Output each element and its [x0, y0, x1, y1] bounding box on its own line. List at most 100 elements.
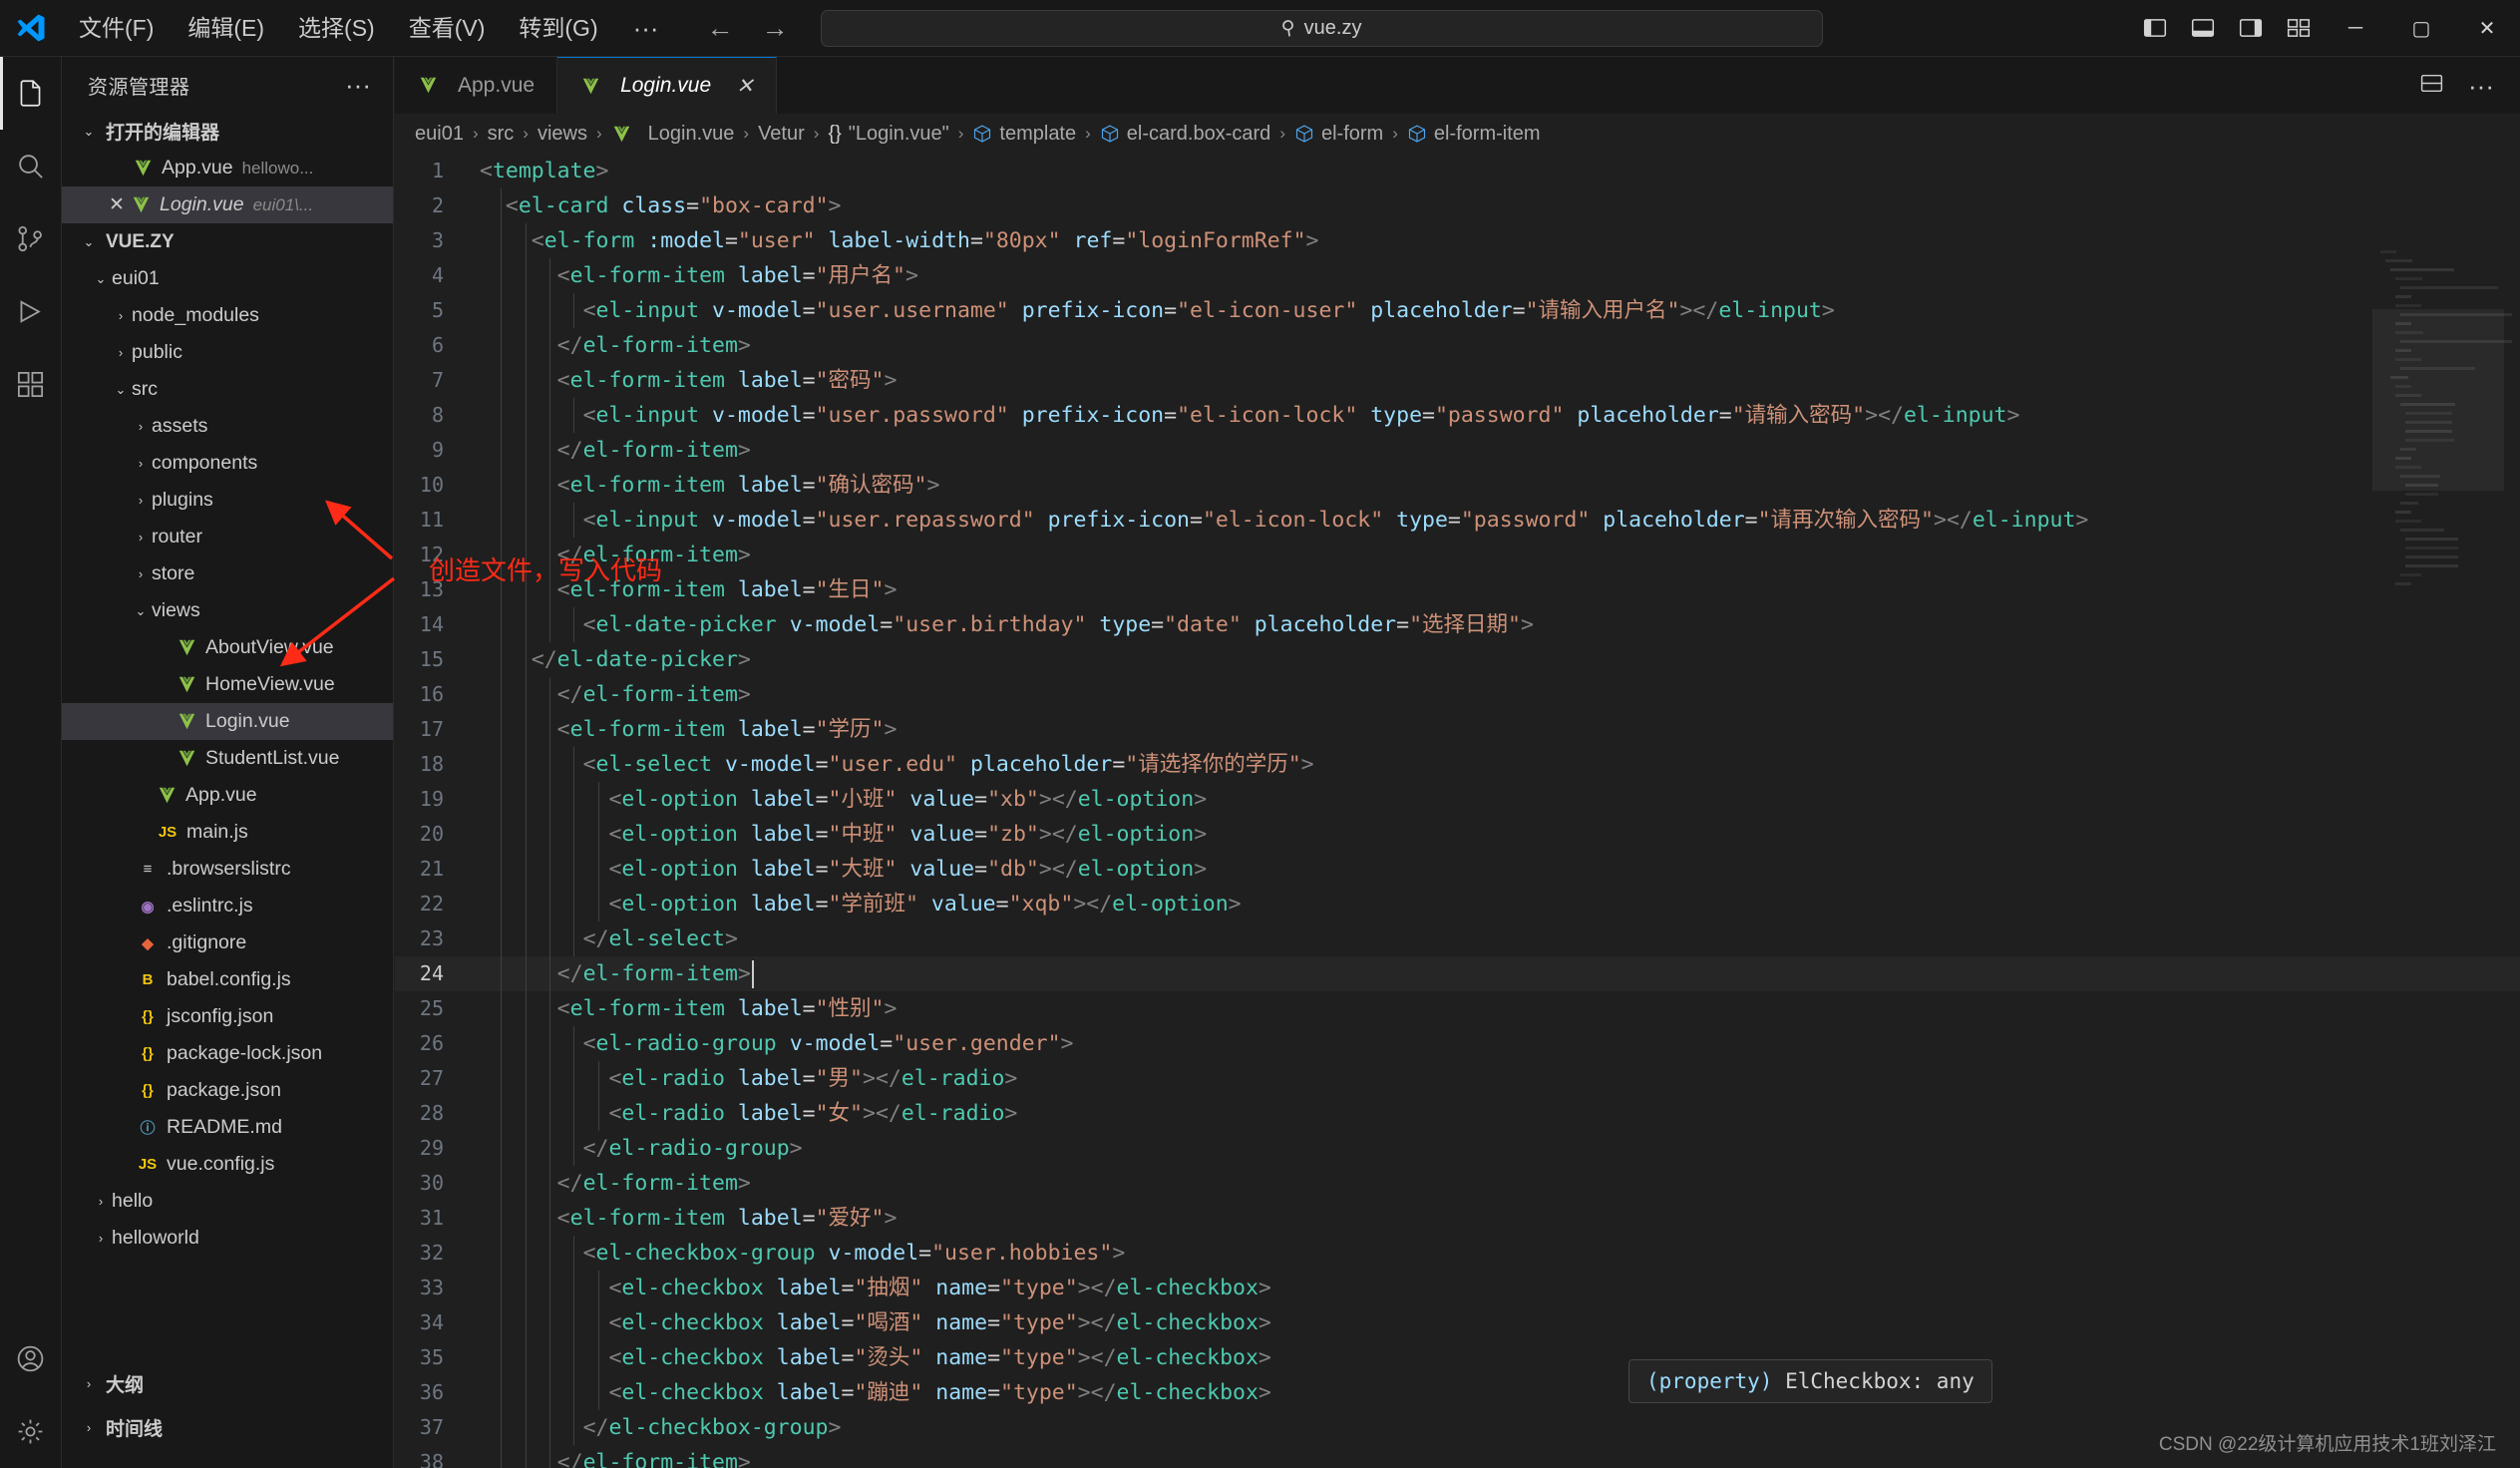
tab-app-vue[interactable]: App.vue	[395, 57, 558, 114]
menu-go[interactable]: 转到(G)	[502, 0, 614, 57]
code-line[interactable]: 21 <el-option label="大班" value="db"></el…	[395, 852, 2520, 887]
code-line[interactable]: 10 <el-form-item label="确认密码">	[395, 468, 2520, 503]
tree-item-vue-config-js[interactable]: JS vue.config.js	[62, 1146, 393, 1183]
code-line[interactable]: 19 <el-option label="小班" value="xb"></el…	[395, 782, 2520, 817]
code-line[interactable]: 31 <el-form-item label="爱好">	[395, 1201, 2520, 1236]
code-line[interactable]: 25 <el-form-item label="性别">	[395, 991, 2520, 1026]
tree-item-views[interactable]: ⌄ views	[62, 592, 393, 629]
breadcrumb-item-login-vue[interactable]: {} "Login.vue"	[828, 123, 948, 146]
breadcrumb-item-src[interactable]: src	[488, 123, 515, 146]
window-minimize-button[interactable]: ─	[2323, 0, 2388, 57]
activitybar-search[interactable]	[0, 130, 62, 202]
editor-vertical-scrollbar[interactable]	[2506, 250, 2520, 1307]
tree-item-package-lock-json[interactable]: {} package-lock.json	[62, 1035, 393, 1072]
sidebar-more-actions-icon[interactable]: ···	[345, 72, 371, 98]
code-line[interactable]: 9 </el-form-item>	[395, 433, 2520, 468]
code-line[interactable]: 11 <el-input v-model="user.repassword" p…	[395, 503, 2520, 538]
code-line[interactable]: 24 </el-form-item>	[395, 956, 2520, 991]
tree-item-homeview-vue[interactable]: HomeView.vue	[62, 666, 393, 703]
toggle-primary-sidebar-icon[interactable]	[2131, 0, 2179, 57]
breadcrumb-item-login-vue[interactable]: Login.vue	[611, 123, 734, 146]
code-line[interactable]: 8 <el-input v-model="user.password" pref…	[395, 398, 2520, 433]
code-line[interactable]: 34 <el-checkbox label="喝酒" name="type"><…	[395, 1305, 2520, 1340]
code-line[interactable]: 36 <el-checkbox label="蹦迪" name="type"><…	[395, 1375, 2520, 1410]
menu-view[interactable]: 查看(V)	[392, 0, 503, 57]
breadcrumb-item-eui01[interactable]: eui01	[415, 123, 464, 146]
section-timeline[interactable]: › 时间线	[62, 1409, 393, 1446]
breadcrumb-item-el-card-box-card[interactable]: el-card.box-card	[1100, 123, 1270, 146]
toggle-secondary-sidebar-icon[interactable]	[2227, 0, 2275, 57]
tree-item-aboutview-vue[interactable]: AboutView.vue	[62, 629, 393, 666]
menu-edit[interactable]: 编辑(E)	[171, 0, 281, 57]
close-icon[interactable]: ✕	[104, 193, 130, 216]
section-workspace[interactable]: ⌄ VUE.ZY	[62, 223, 393, 260]
tree-item-hello[interactable]: › hello	[62, 1183, 393, 1220]
code-line[interactable]: 3 <el-form :model="user" label-width="80…	[395, 223, 2520, 258]
code-line[interactable]: 4 <el-form-item label="用户名">	[395, 258, 2520, 293]
code-line[interactable]: 27 <el-radio label="男"></el-radio>	[395, 1061, 2520, 1096]
tree-item-gitignore[interactable]: ◆ .gitignore	[62, 924, 393, 961]
window-close-button[interactable]: ✕	[2454, 0, 2520, 57]
tree-item-eui01[interactable]: ⌄ eui01	[62, 260, 393, 297]
open-editor-app-vue[interactable]: App.vue hellowo...	[62, 150, 393, 186]
code-editor[interactable]: 1 <template> 2 <el-card class="box-card"> 3…	[395, 154, 2520, 1468]
tree-item-login-vue[interactable]: Login.vue	[62, 703, 393, 740]
code-line[interactable]: 32 <el-checkbox-group v-model="user.hobb…	[395, 1236, 2520, 1271]
tree-item-browserslistrc[interactable]: ≡ .browserslistrc	[62, 851, 393, 888]
code-line[interactable]: 17 <el-form-item label="学历">	[395, 712, 2520, 747]
editor-more-actions-icon[interactable]: ···	[2468, 73, 2494, 99]
code-line[interactable]: 14 <el-date-picker v-model="user.birthda…	[395, 607, 2520, 642]
toggle-panel-icon[interactable]	[2179, 0, 2227, 57]
tab-login-vue[interactable]: Login.vue ✕	[557, 57, 777, 114]
minimap-slider[interactable]	[2372, 309, 2504, 491]
activitybar-manage[interactable]	[0, 1395, 62, 1468]
menu-selection[interactable]: 选择(S)	[281, 0, 392, 57]
code-line[interactable]: 30 </el-form-item>	[395, 1166, 2520, 1201]
activitybar-source-control[interactable]	[0, 202, 62, 275]
tree-item-app-vue[interactable]: App.vue	[62, 777, 393, 814]
code-line[interactable]: 5 <el-input v-model="user.username" pref…	[395, 293, 2520, 328]
tree-item-public[interactable]: › public	[62, 334, 393, 371]
code-line[interactable]: 22 <el-option label="学前班" value="xqb"></…	[395, 887, 2520, 921]
breadcrumb-item-vetur[interactable]: Vetur	[758, 123, 805, 146]
code-line[interactable]: 35 <el-checkbox label="烫头" name="type"><…	[395, 1340, 2520, 1375]
code-line[interactable]: 15 </el-date-picker>	[395, 642, 2520, 677]
tree-item-node-modules[interactable]: › node_modules	[62, 297, 393, 334]
code-line[interactable]: 26 <el-radio-group v-model="user.gender"…	[395, 1026, 2520, 1061]
menu-file[interactable]: 文件(F)	[62, 0, 171, 57]
code-line[interactable]: 23 </el-select>	[395, 921, 2520, 956]
code-line[interactable]: 29 </el-radio-group>	[395, 1131, 2520, 1166]
section-outline[interactable]: › 大纲	[62, 1365, 393, 1402]
window-maximize-button[interactable]: ▢	[2388, 0, 2454, 57]
tree-item-components[interactable]: › components	[62, 445, 393, 482]
activitybar-explorer[interactable]	[0, 57, 62, 130]
code-line[interactable]: 16 </el-form-item>	[395, 677, 2520, 712]
code-line[interactable]: 13 <el-form-item label="生日">	[395, 572, 2520, 607]
tab-close-icon[interactable]: ✕	[736, 74, 754, 99]
open-editor-login-vue[interactable]: ✕ Login.vue eui01\...	[62, 186, 393, 223]
code-line[interactable]: 7 <el-form-item label="密码">	[395, 363, 2520, 398]
tree-item-package-json[interactable]: {} package.json	[62, 1072, 393, 1109]
code-line[interactable]: 18 <el-select v-model="user.edu" placeho…	[395, 747, 2520, 782]
activitybar-extensions[interactable]	[0, 348, 62, 421]
tree-item-src[interactable]: ⌄ src	[62, 371, 393, 408]
code-line[interactable]: 28 <el-radio label="女"></el-radio>	[395, 1096, 2520, 1131]
command-center-search[interactable]: ⚲ vue.zy	[820, 9, 1823, 47]
code-line[interactable]: 12 </el-form-item>	[395, 538, 2520, 572]
tree-item-studentlist-vue[interactable]: StudentList.vue	[62, 740, 393, 777]
code-line[interactable]: 2 <el-card class="box-card">	[395, 188, 2520, 223]
tree-item-helloworld[interactable]: › helloworld	[62, 1220, 393, 1257]
code-line[interactable]: 20 <el-option label="中班" value="zb"></el…	[395, 817, 2520, 852]
tree-item-readme-md[interactable]: ⓘ README.md	[62, 1109, 393, 1146]
tree-item-main-js[interactable]: JS main.js	[62, 814, 393, 851]
forward-arrow-icon[interactable]: →	[762, 14, 789, 42]
breadcrumb-item-template[interactable]: template	[972, 123, 1076, 146]
breadcrumb-item-el-form-item[interactable]: el-form-item	[1407, 123, 1541, 146]
code-line[interactable]: 1 <template>	[395, 154, 2520, 188]
activitybar-accounts[interactable]	[0, 1322, 62, 1395]
tree-item-jsconfig-json[interactable]: {} jsconfig.json	[62, 998, 393, 1035]
customize-layout-icon[interactable]	[2275, 0, 2323, 57]
activitybar-run-and-debug[interactable]	[0, 275, 62, 348]
split-editor-icon[interactable]	[2419, 71, 2444, 101]
code-line[interactable]: 33 <el-checkbox label="抽烟" name="type"><…	[395, 1271, 2520, 1305]
